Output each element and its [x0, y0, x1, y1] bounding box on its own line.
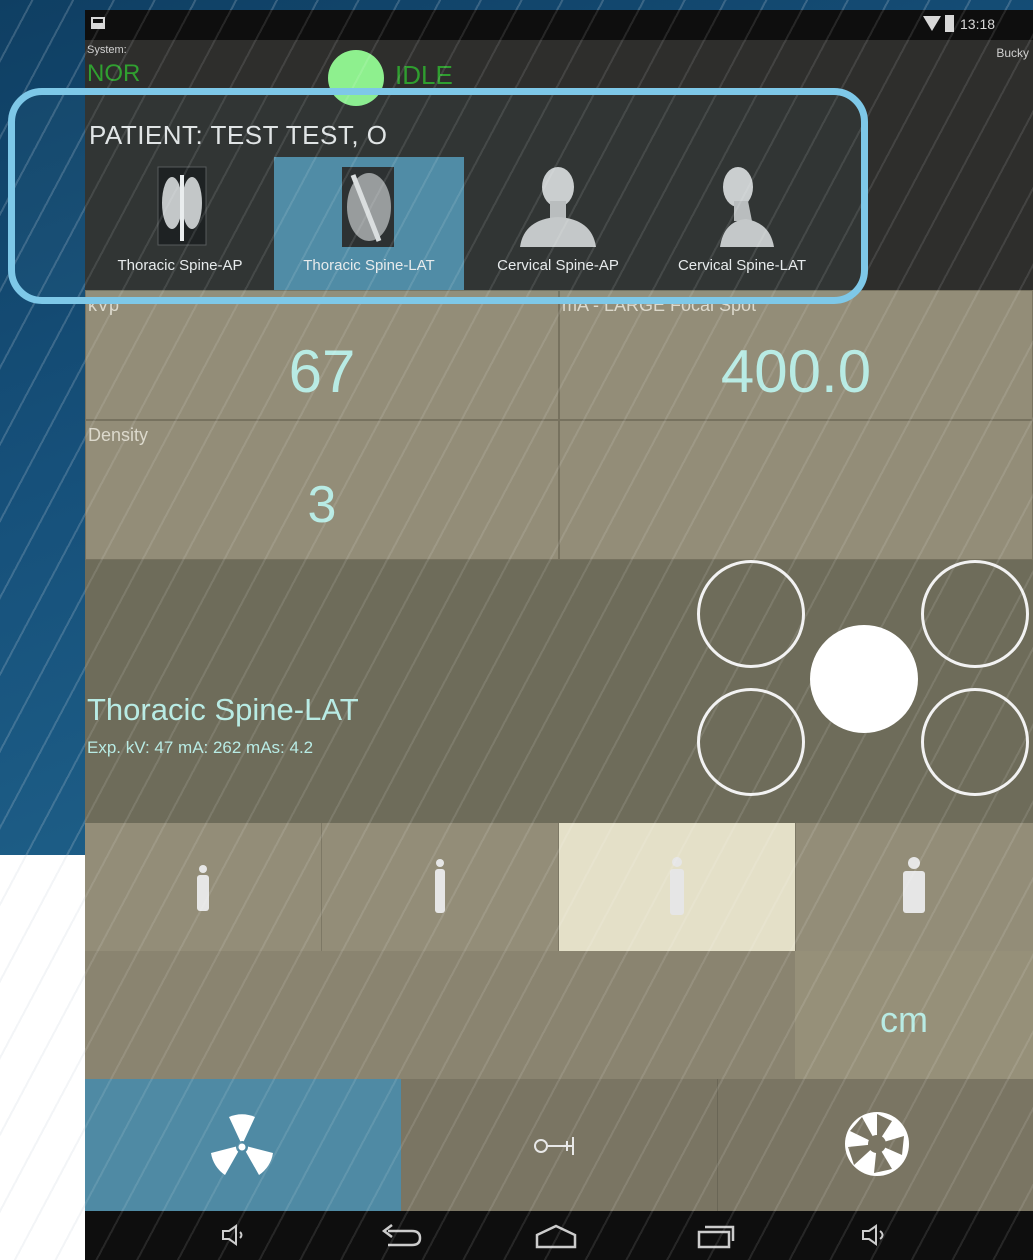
shutter-icon [845, 1112, 909, 1176]
screenshot-notification-icon [91, 17, 105, 29]
density-value: 3 [307, 476, 337, 534]
exposure-parameters-panel: kVp 67 mA - LARGE Focal Spot 400.0 Densi… [85, 290, 1033, 560]
ion-chamber-left-top[interactable] [697, 560, 805, 668]
selected-exam-name: Thoracic Spine-LAT [87, 692, 359, 727]
patient-size-small[interactable] [85, 823, 322, 951]
ion-chamber-left-bottom[interactable] [697, 688, 805, 796]
bottom-tab-bar [85, 1079, 1033, 1211]
kvp-value: 67 [288, 338, 356, 405]
home-icon[interactable] [533, 1223, 579, 1249]
key-icon [534, 1137, 574, 1155]
bucky-label: Bucky [996, 46, 1029, 60]
ion-chamber-center-active[interactable] [810, 625, 918, 733]
empty-parameter-cell [559, 420, 1033, 560]
generator-status-text: IDLE [395, 60, 453, 90]
android-navigation-bar [85, 1211, 1033, 1260]
person-large-icon [667, 857, 687, 915]
ion-chamber-right-bottom[interactable] [921, 688, 1029, 796]
thickness-row: cm [85, 951, 1033, 1079]
tab-collimator[interactable] [717, 1079, 1033, 1211]
android-status-bar: 13:18 [85, 10, 1033, 40]
recents-icon[interactable] [695, 1223, 735, 1249]
tab-settings[interactable] [401, 1079, 717, 1211]
radiation-icon [211, 1114, 273, 1175]
exam-summary-band: Thoracic Spine-LAT Exp. kV: 47 mA: 262 m… [85, 560, 1033, 823]
person-small-icon [195, 865, 211, 911]
ion-chamber-right-top[interactable] [921, 560, 1029, 668]
density-cell[interactable]: Density 3 [85, 420, 559, 560]
patient-size-selector [85, 823, 1033, 951]
system-status-value: NOR [87, 60, 141, 87]
person-xlarge-icon [901, 857, 927, 913]
back-icon[interactable] [378, 1223, 424, 1247]
patient-size-medium[interactable] [322, 823, 559, 951]
exposure-factors: Exp. kV: 47 mA: 262 mAs: 4.2 [87, 738, 314, 757]
status-clock: 13:18 [960, 16, 996, 32]
kvp-cell[interactable]: kVp 67 [85, 290, 559, 420]
tab-exposure[interactable] [85, 1079, 401, 1211]
thickness-empty-area [85, 951, 795, 1079]
ma-value: 400.0 [720, 338, 872, 405]
system-label: System: [87, 44, 127, 56]
wifi-icon [923, 16, 941, 31]
battery-icon [945, 15, 954, 32]
person-medium-icon [432, 859, 448, 913]
ma-cell[interactable]: mA - LARGE Focal Spot 400.0 [559, 290, 1033, 420]
density-label: Density [88, 425, 149, 445]
thickness-unit: cm [880, 999, 928, 1040]
study-selection-highlight-frame [8, 88, 868, 304]
patient-size-xlarge[interactable] [796, 823, 1033, 951]
volume-up-icon[interactable] [860, 1223, 894, 1247]
volume-down-icon[interactable] [220, 1223, 248, 1247]
patient-size-large[interactable] [559, 823, 796, 951]
